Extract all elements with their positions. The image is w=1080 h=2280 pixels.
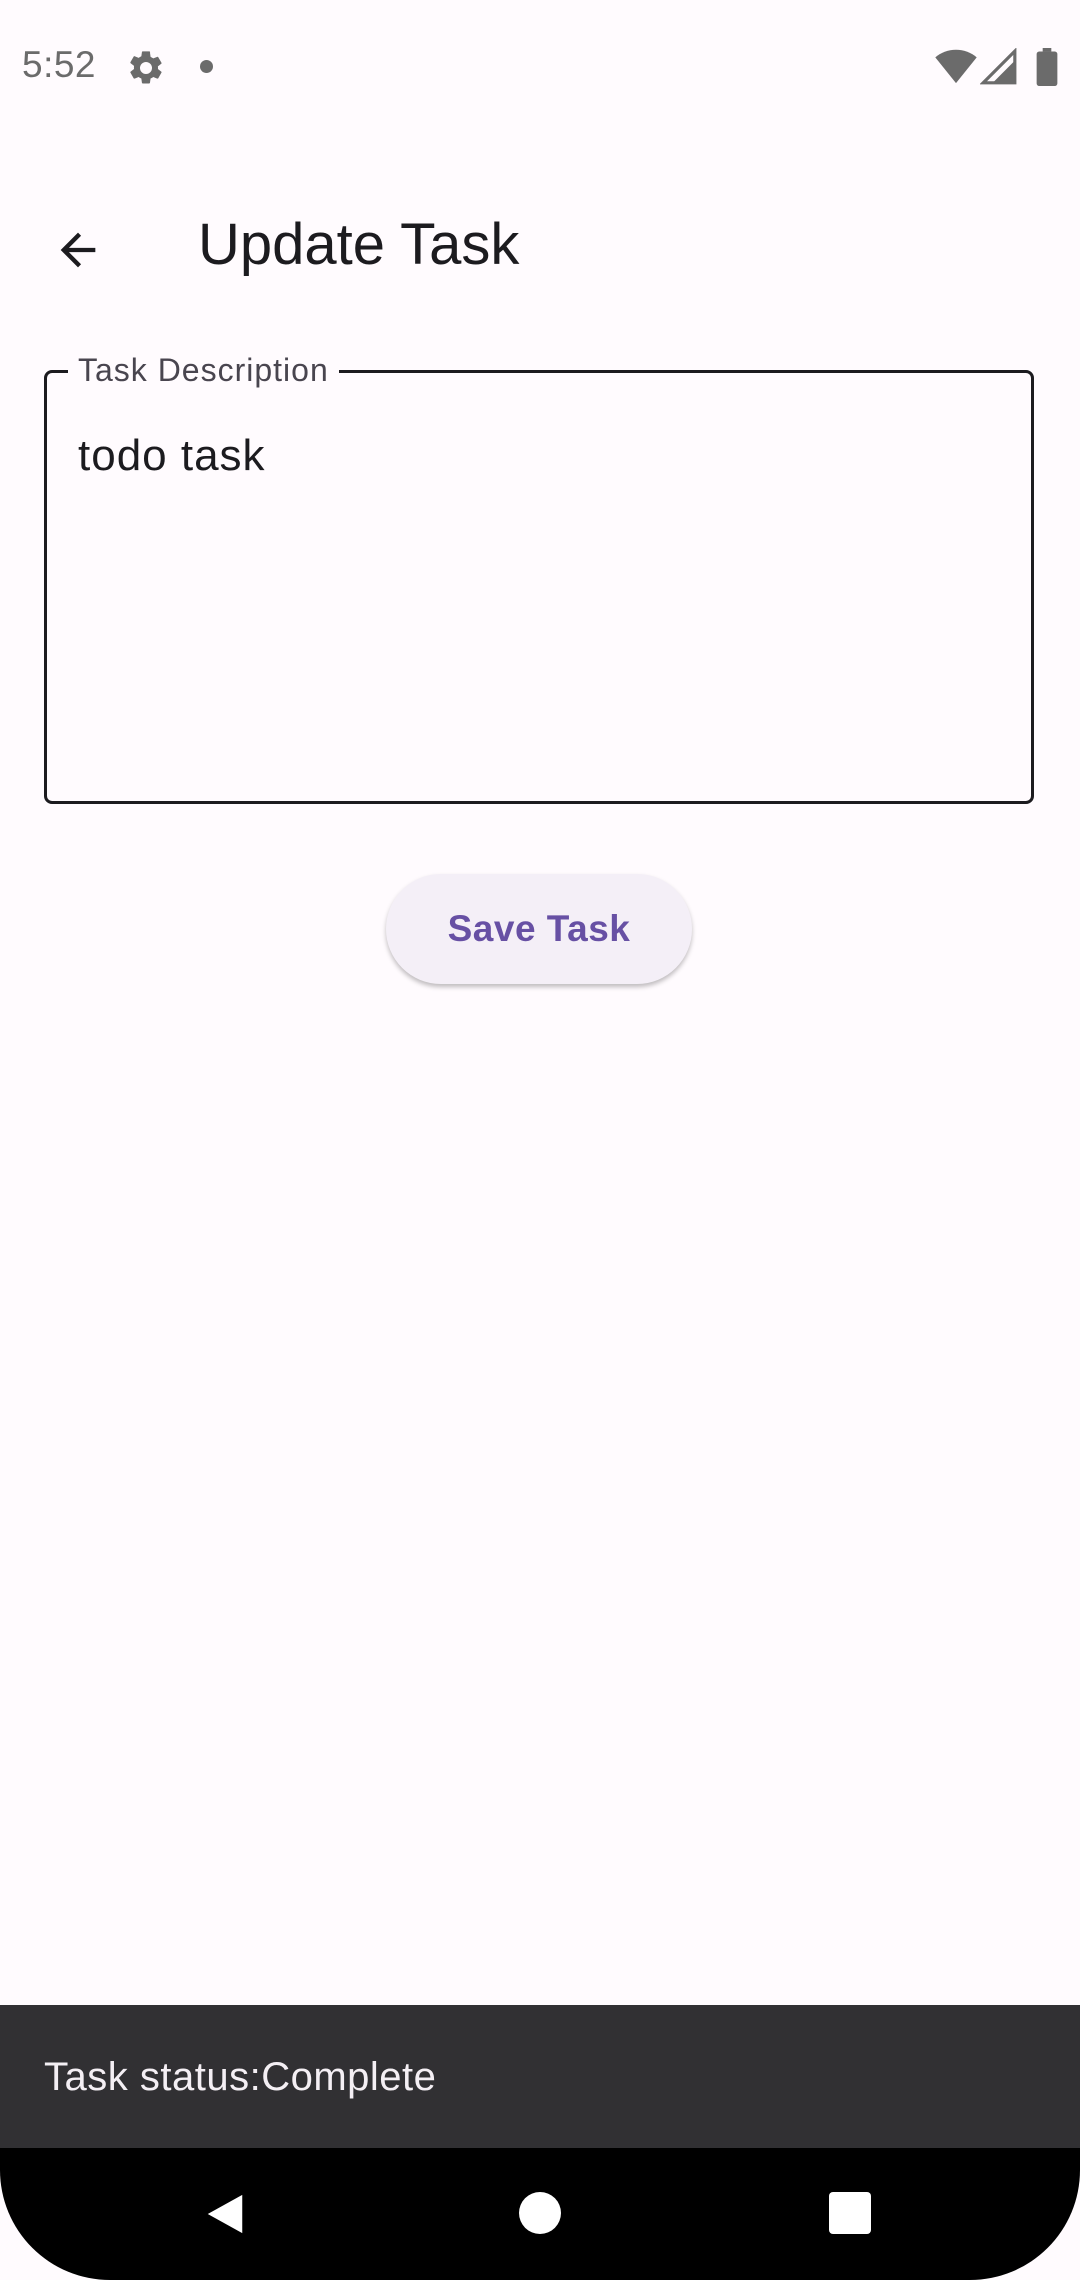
task-description-label: Task Description xyxy=(68,350,339,390)
back-button[interactable] xyxy=(36,208,120,292)
gear-icon xyxy=(130,51,162,84)
cellular-signal-icon xyxy=(980,48,1017,85)
page-title: Update Task xyxy=(198,212,520,277)
arrow-left-icon xyxy=(60,232,96,268)
battery-icon xyxy=(1036,48,1058,86)
snackbar-message: Task status:Complete xyxy=(44,2055,437,2099)
nav-recents-icon[interactable] xyxy=(829,2192,871,2234)
save-task-button[interactable]: Save Task xyxy=(386,874,692,984)
task-description-value[interactable]: todo task xyxy=(78,428,266,484)
nav-home-icon[interactable] xyxy=(519,2192,561,2234)
nav-back-icon[interactable] xyxy=(202,2190,248,2238)
notification-dot-icon xyxy=(200,60,213,73)
wifi-icon xyxy=(935,49,977,84)
status-time: 5:52 xyxy=(22,44,97,85)
